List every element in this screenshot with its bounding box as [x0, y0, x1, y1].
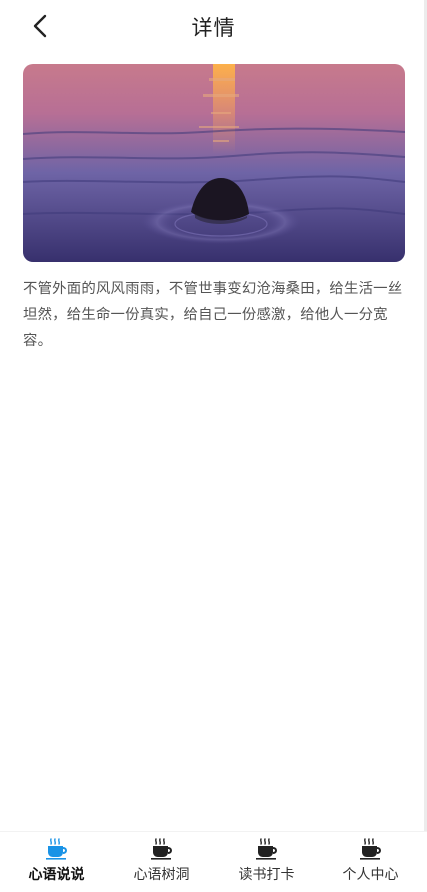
tab-label: 读书打卡 [238, 867, 295, 883]
tab-reading-checkin[interactable]: 读书打卡 [213, 838, 320, 890]
coffee-cup-icon [255, 838, 277, 860]
tab-profile[interactable]: 个人中心 [317, 838, 424, 890]
tab-tree-hole[interactable]: 心语树洞 [108, 838, 215, 890]
top-nav-bar: 详情 [0, 0, 427, 52]
tab-mood-posts[interactable]: 心语说说 [3, 838, 110, 890]
tab-label: 心语树洞 [133, 867, 190, 883]
page-title: 详情 [191, 16, 236, 40]
tab-label: 个人中心 [342, 867, 399, 883]
hero-image [23, 64, 405, 262]
coffee-cup-icon [45, 838, 67, 860]
tab-label: 心语说说 [28, 867, 85, 883]
coffee-cup-icon [150, 838, 172, 860]
coffee-cup-icon [359, 838, 381, 860]
bottom-tab-bar: 心语说说 心语树洞 读书打卡 个人中心 [0, 831, 427, 892]
article-text: 不管外面的风风雨雨，不管世事变幻沧海桑田，给生活一丝坦然，给生命一份真实，给自己… [23, 281, 403, 349]
